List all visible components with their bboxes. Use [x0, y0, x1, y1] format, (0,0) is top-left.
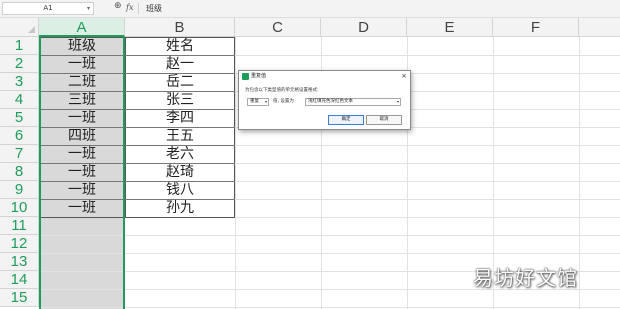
row-header[interactable]: 4 — [0, 91, 39, 109]
cell-a5[interactable]: 一班 — [39, 109, 125, 127]
chevron-down-icon: ▾ — [264, 99, 267, 104]
cell-a1[interactable]: 班级 — [39, 37, 125, 55]
cell-a4[interactable]: 三班 — [39, 91, 125, 109]
cell-b10[interactable]: 孙九 — [125, 199, 235, 217]
cell-b8[interactable]: 赵琦 — [125, 163, 235, 181]
cell-b1[interactable]: 姓名 — [125, 37, 235, 55]
column-header-f[interactable]: F — [493, 18, 579, 37]
name-box[interactable]: A1 ▾ — [2, 2, 94, 15]
row-header[interactable]: 13 — [0, 253, 39, 271]
cell-a2[interactable]: 一班 — [39, 55, 125, 73]
cell-b5[interactable]: 李四 — [125, 109, 235, 127]
name-box-value: A1 — [43, 4, 53, 12]
grid-line — [579, 37, 580, 309]
cell-b9[interactable]: 钱八 — [125, 181, 235, 199]
row-header[interactable]: 3 — [0, 73, 39, 91]
cell-a6[interactable]: 四班 — [39, 127, 125, 145]
cancel-button[interactable]: 取消 — [366, 115, 402, 125]
row-header[interactable]: 7 — [0, 145, 39, 163]
dialog-description: 为包含以下类型值的单元格设置格式: — [245, 88, 319, 93]
duplicate-values-dialog: 重复值 × 为包含以下类型值的单元格设置格式: 重复 ▾ 值, 设置为 浅红填充… — [238, 70, 411, 130]
fx-icon[interactable]: fx — [126, 3, 133, 12]
column-header-g[interactable] — [579, 18, 620, 37]
row-header[interactable]: 11 — [0, 217, 39, 235]
column-header-c[interactable]: C — [235, 18, 321, 37]
value-type-selected: 重复 — [250, 99, 259, 104]
column-header-e[interactable]: E — [407, 18, 493, 37]
formula-separator — [138, 3, 139, 14]
row-header[interactable]: 14 — [0, 271, 39, 289]
dialog-title-bar[interactable]: 重复值 × — [239, 71, 410, 82]
row-header[interactable]: 8 — [0, 163, 39, 181]
value-type-select[interactable]: 重复 ▾ — [247, 98, 269, 106]
grid-line — [39, 307, 620, 308]
format-label: 值, 设置为 — [273, 99, 294, 104]
cell-a9[interactable]: 一班 — [39, 181, 125, 199]
format-style-selected: 浅红填充色深红色文本 — [308, 99, 353, 104]
column-header-a[interactable]: A — [39, 18, 125, 37]
format-style-select[interactable]: 浅红填充色深红色文本 ▾ — [305, 98, 401, 106]
column-header-d[interactable]: D — [321, 18, 407, 37]
cell-b3[interactable]: 岳二 — [125, 73, 235, 91]
watermark-text: 易坊好文馆 — [473, 266, 578, 290]
cell-b7[interactable]: 老六 — [125, 145, 235, 163]
cell-a3[interactable]: 二班 — [39, 73, 125, 91]
row-header[interactable]: 15 — [0, 289, 39, 307]
ok-button[interactable]: 确定 — [328, 115, 364, 125]
column-header-b[interactable]: B — [125, 18, 235, 37]
magnify-icon[interactable]: ⊕ — [114, 1, 122, 11]
cell-a7[interactable]: 一班 — [39, 145, 125, 163]
row-header[interactable]: 5 — [0, 109, 39, 127]
grid-line — [39, 253, 620, 254]
row-header[interactable]: 9 — [0, 181, 39, 199]
close-icon[interactable]: × — [401, 71, 407, 81]
formula-bar: A1 ▾ ⊕ fx 班级 — [0, 0, 620, 18]
select-all-corner[interactable] — [0, 18, 39, 37]
dialog-title: 重复值 — [251, 73, 267, 79]
cell-b2[interactable]: 赵一 — [125, 55, 235, 73]
row-header[interactable]: 2 — [0, 55, 39, 73]
chevron-down-icon: ▾ — [396, 99, 399, 104]
chevron-down-icon[interactable]: ▾ — [87, 3, 90, 14]
select-all-icon — [28, 26, 35, 33]
formula-input[interactable]: 班级 — [146, 3, 162, 14]
row-header[interactable]: 12 — [0, 235, 39, 253]
row-header[interactable]: 10 — [0, 199, 39, 217]
cell-b6[interactable]: 王五 — [125, 127, 235, 145]
cell-a8[interactable]: 一班 — [39, 163, 125, 181]
cell-a10[interactable]: 一班 — [39, 199, 125, 217]
grid-line — [39, 235, 620, 236]
cell-b4[interactable]: 张三 — [125, 91, 235, 109]
row-header[interactable]: 6 — [0, 127, 39, 145]
row-header[interactable]: 1 — [0, 37, 39, 55]
app-logo-icon — [242, 73, 249, 80]
grid-line — [235, 37, 236, 309]
